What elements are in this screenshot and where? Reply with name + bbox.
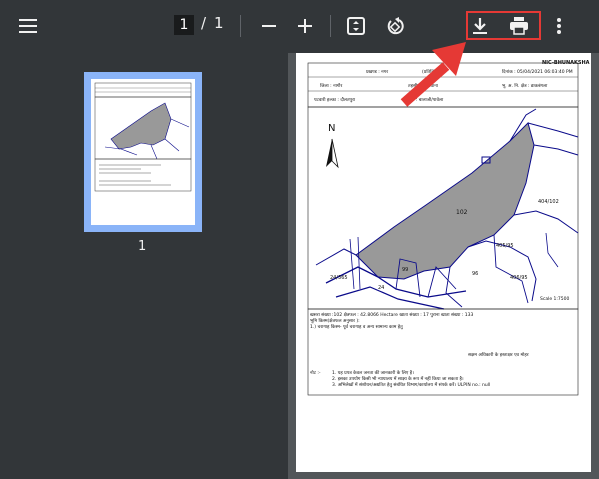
annotation-arrow xyxy=(400,42,466,107)
